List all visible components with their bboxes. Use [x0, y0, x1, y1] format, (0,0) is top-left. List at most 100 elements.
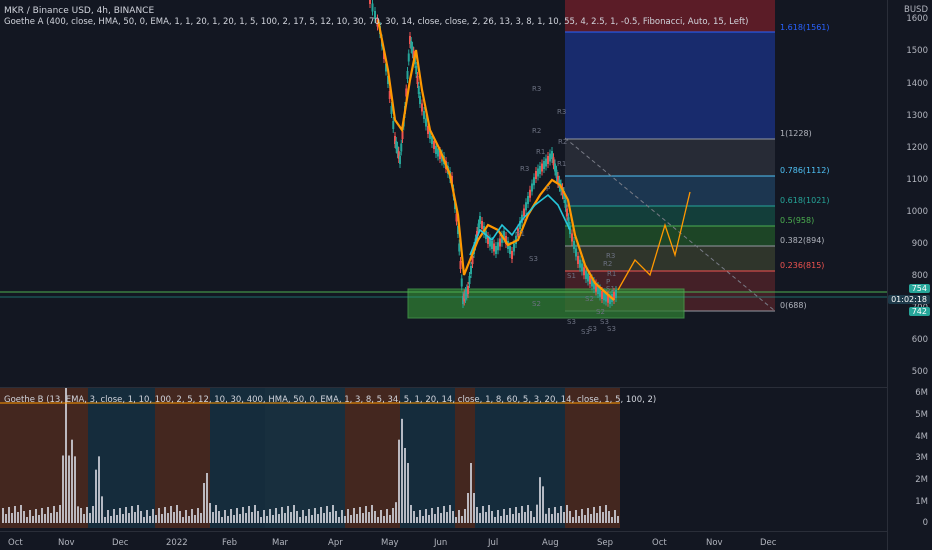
pivot-label: R1 [607, 270, 617, 278]
candle-body [459, 261, 462, 269]
pivot-label: R3 [557, 108, 567, 116]
volume-bar [155, 515, 157, 523]
volume-bar [611, 517, 613, 523]
volume-bar [251, 512, 253, 523]
volume-pane[interactable] [0, 388, 888, 528]
volume-bar [212, 512, 214, 523]
pivot-label: R1 [557, 160, 567, 168]
volume-bar [512, 514, 514, 523]
volume-bar [398, 439, 400, 523]
volume-bar [128, 513, 130, 523]
volume-bar [434, 514, 436, 523]
pivot-label: S3 [581, 328, 590, 336]
candle-body [573, 241, 575, 249]
candle-body [577, 256, 579, 264]
time-tick: Oct [652, 538, 667, 548]
volume-bar [314, 508, 316, 523]
candle-body [415, 66, 418, 74]
volume-bar [107, 510, 109, 523]
pivot-label: R3 [532, 85, 542, 93]
candle-body [547, 156, 549, 164]
candle-body [575, 248, 577, 257]
volume-bar [77, 506, 79, 523]
candle-body [423, 111, 425, 119]
candle-body [601, 291, 603, 299]
fib-zone-extension-top [565, 0, 775, 32]
volume-bar [89, 513, 91, 523]
volume-bar [152, 509, 154, 523]
trend-band [210, 388, 265, 528]
volume-bar [305, 516, 307, 523]
volume-bar [263, 510, 265, 523]
price-axis[interactable]: BUSD 16001500140013001200110010009008007… [887, 0, 932, 550]
candle-body [493, 243, 495, 252]
volume-bar [392, 508, 394, 523]
volume-bar [329, 512, 331, 523]
volume-bar [269, 509, 271, 523]
volume-bar [350, 515, 352, 523]
volume-bar [188, 516, 190, 523]
candle-body [491, 241, 493, 249]
volume-bar [422, 516, 424, 523]
pivot-label: S3 [607, 325, 616, 333]
volume-bar [158, 508, 160, 523]
volume-bar [518, 513, 520, 523]
volume-bar [425, 509, 427, 523]
volume-bar [233, 515, 235, 523]
volume-tick: 2M [915, 475, 928, 485]
pivot-label: S3 [529, 255, 538, 263]
pivot-label: S1 [567, 272, 576, 280]
volume-bar [248, 506, 250, 523]
volume-bar [257, 511, 259, 523]
volume-bar [401, 418, 403, 523]
candle-body [400, 143, 403, 152]
volume-bar [284, 513, 286, 523]
indicator-b-legend[interactable]: Goethe B (13, EMA, 3, close, 1, 10, 100,… [4, 395, 656, 405]
fib-level-label: 0.236(815) [780, 261, 825, 270]
volume-bar [530, 511, 532, 523]
volume-bar [173, 512, 175, 523]
volume-bar [131, 506, 133, 523]
pivot-label: S2 [532, 300, 541, 308]
price-badge: 01:02:18 [888, 295, 930, 304]
volume-bar [8, 507, 10, 523]
volume-bar [386, 509, 388, 523]
volume-bar [260, 517, 262, 523]
candle-body [495, 246, 497, 254]
trend-band [155, 388, 210, 528]
volume-bar [83, 514, 85, 523]
candle-body [511, 251, 513, 259]
volume-bar [134, 512, 136, 523]
volume-bar [362, 513, 364, 523]
price-tick: 1600 [906, 14, 928, 24]
trend-band [565, 388, 620, 528]
volume-bar [320, 507, 322, 523]
volume-bar [101, 496, 103, 523]
volume-bar [14, 506, 16, 523]
candle-body [407, 53, 410, 62]
volume-bar [485, 512, 487, 523]
volume-bar [20, 505, 22, 523]
volume-bar [593, 507, 595, 523]
symbol-title[interactable]: MKR / Binance USD, 4h, BINANCE [4, 6, 154, 16]
volume-bar [551, 514, 553, 523]
candle-body [587, 273, 589, 282]
volume-bar [230, 509, 232, 523]
volume-bar [239, 514, 241, 523]
volume-bar [527, 505, 529, 523]
fib-level-label: 0.618(1021) [780, 196, 830, 205]
volume-bar [548, 508, 550, 523]
volume-bar [254, 505, 256, 523]
candle-body [581, 263, 583, 272]
price-chart[interactable] [0, 0, 888, 388]
price-badge: 754 [908, 284, 930, 293]
pivot-label: S2 [596, 308, 605, 316]
volume-bar [581, 509, 583, 523]
price-tick: 1300 [906, 111, 928, 121]
volume-bar [236, 508, 238, 523]
pivot-label: R2 [603, 260, 613, 268]
indicator-a-legend[interactable]: Goethe A (400, close, HMA, 50, 0, EMA, 1… [4, 17, 748, 27]
volume-bar [467, 493, 469, 523]
volume-bar [218, 511, 220, 523]
volume-bar [110, 516, 112, 523]
